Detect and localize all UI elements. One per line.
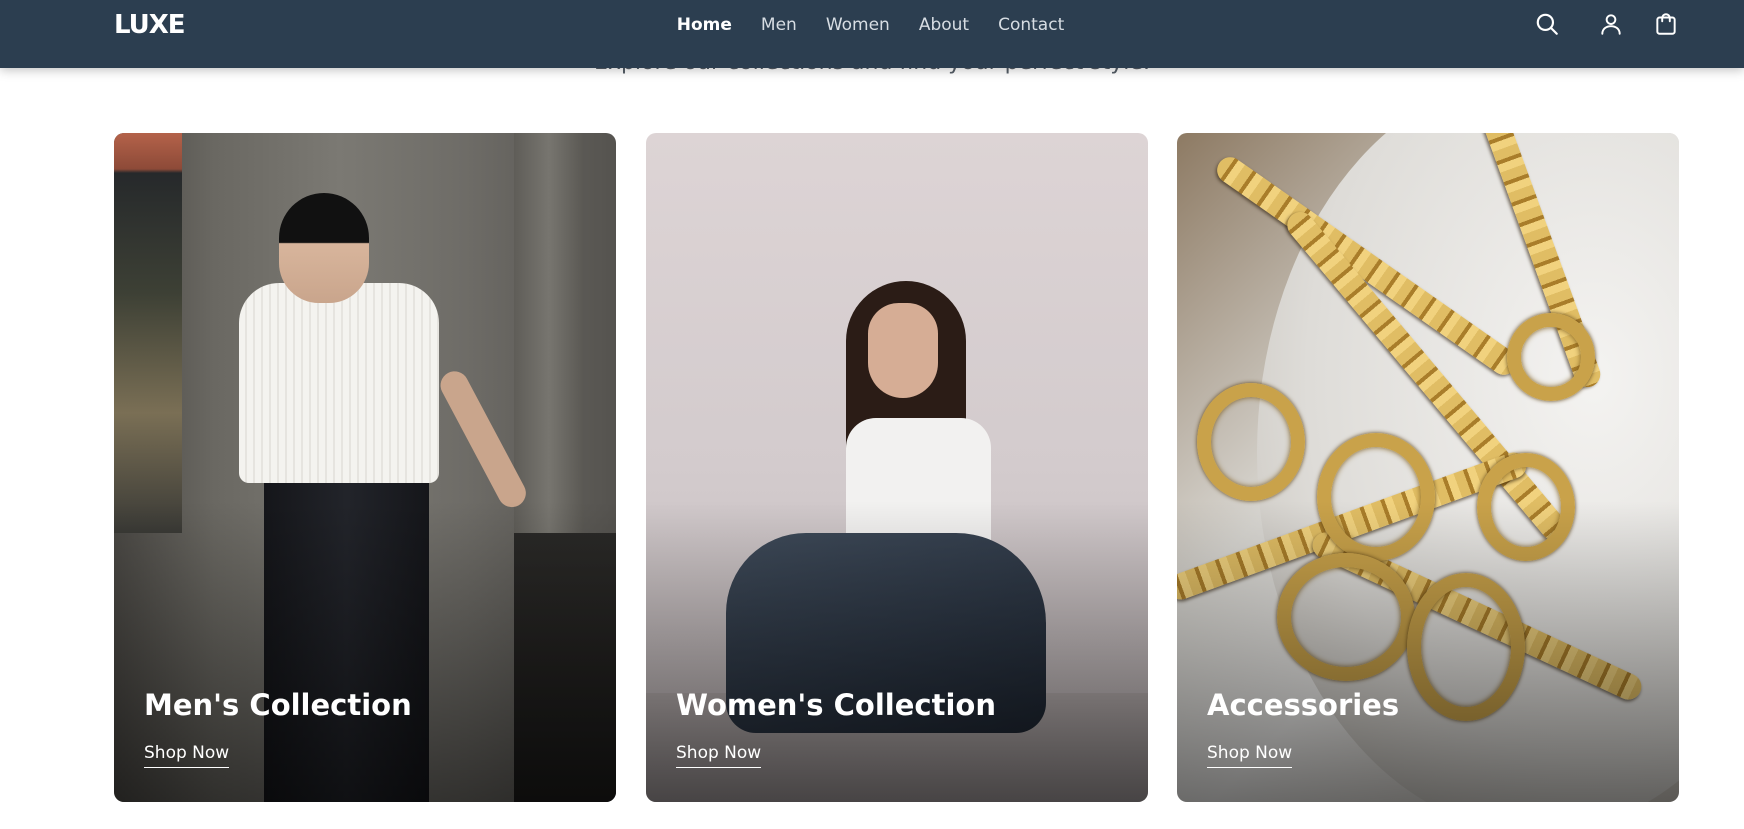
search-button[interactable] — [1533, 10, 1561, 38]
cart-button[interactable] — [1652, 10, 1680, 38]
nav-item-men[interactable]: Men — [761, 15, 797, 35]
page: Explore our collections and find your pe… — [0, 0, 1744, 829]
site-header: LUXE Home Men Women About Contact — [0, 0, 1744, 68]
collection-card-men[interactable]: Men's Collection Shop Now — [114, 133, 616, 802]
nav-item-about[interactable]: About — [919, 15, 969, 35]
card-title: Women's Collection — [676, 688, 996, 722]
shop-now-link[interactable]: Shop Now — [1207, 743, 1293, 768]
shopping-bag-icon — [1656, 13, 1676, 35]
search-icon — [1536, 13, 1558, 35]
logo[interactable]: LUXE — [114, 10, 186, 40]
nav-item-home[interactable]: Home — [677, 15, 732, 35]
card-title: Accessories — [1207, 688, 1400, 722]
user-icon — [1601, 14, 1621, 35]
shop-now-link[interactable]: Shop Now — [144, 743, 230, 768]
account-button[interactable] — [1597, 10, 1625, 38]
shop-now-link[interactable]: Shop Now — [676, 743, 762, 768]
nav-item-women[interactable]: Women — [826, 15, 890, 35]
main-nav: Home Men Women About Contact — [0, 0, 1744, 50]
nav-item-contact[interactable]: Contact — [998, 15, 1064, 35]
collection-card-accessories[interactable]: Accessories Shop Now — [1177, 133, 1679, 802]
card-title: Men's Collection — [144, 688, 412, 722]
collection-card-women[interactable]: Women's Collection Shop Now — [646, 133, 1148, 802]
